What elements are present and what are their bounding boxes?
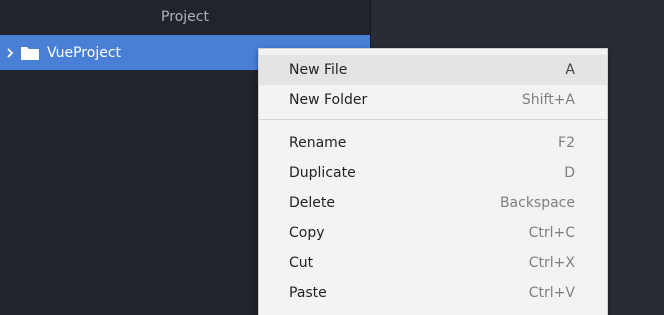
menu-item-label: New File [289,62,348,78]
menu-item-shortcut: F2 [558,135,575,151]
menu-item-shortcut: D [564,165,575,181]
menu-item-new-file[interactable]: New File A [259,55,607,85]
menu-separator [259,119,607,120]
menu-item-copy[interactable]: Copy Ctrl+C [259,218,607,248]
menu-item-label: New Folder [289,92,368,108]
menu-item-cut[interactable]: Cut Ctrl+X [259,248,607,278]
menu-item-shortcut: Shift+A [521,92,575,108]
menu-item-shortcut: Ctrl+V [528,285,575,301]
menu-item-shortcut: Ctrl+X [528,255,575,271]
menu-item-shortcut: Backspace [499,195,575,211]
sidebar-title: Project [161,8,209,25]
menu-item-duplicate[interactable]: Duplicate D [259,158,607,188]
menu-item-label: Cut [289,255,314,271]
menu-item-label: Copy [289,225,325,241]
menu-item-delete[interactable]: Delete Backspace [259,188,607,218]
menu-item-paste[interactable]: Paste Ctrl+V [259,278,607,308]
menu-item-label: Delete [289,195,335,211]
menu-item-label: Paste [289,285,327,301]
app-window: Project VueProject New File A New Folder [0,0,664,315]
menu-item-shortcut: Ctrl+C [528,225,575,241]
tree-item-label: VueProject [47,44,122,61]
folder-icon [21,46,39,60]
menu-item-shortcut: A [565,62,575,78]
context-menu: New File A New Folder Shift+A Rename F2 … [258,48,608,315]
menu-item-label: Duplicate [289,165,356,181]
menu-item-label: Rename [289,135,347,151]
chevron-right-icon[interactable] [1,47,19,58]
menu-item-new-folder[interactable]: New Folder Shift+A [259,85,607,115]
menu-item-rename[interactable]: Rename F2 [259,128,607,158]
